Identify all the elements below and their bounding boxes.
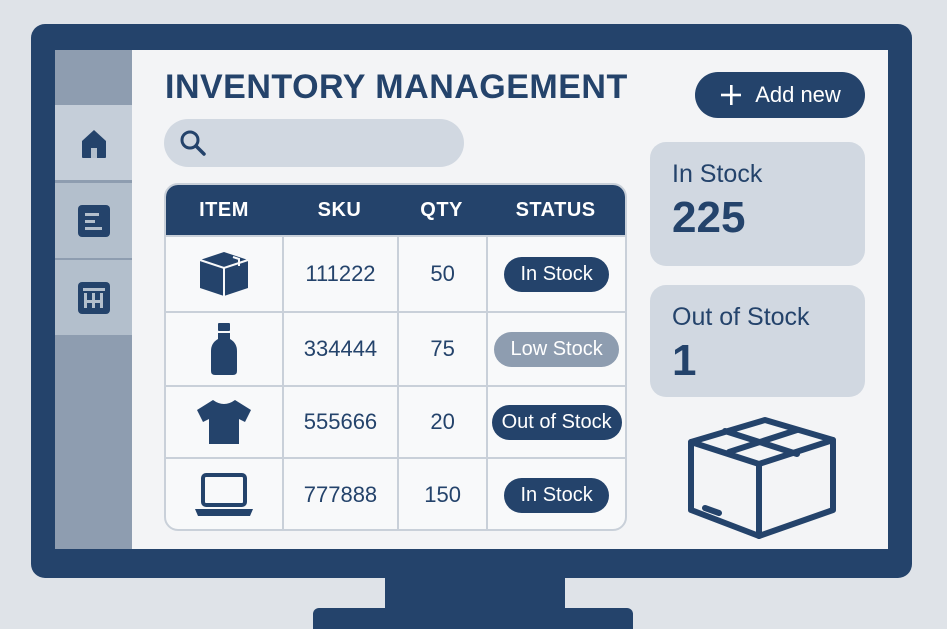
table-row[interactable]: 111222 50 In Stock	[166, 235, 625, 311]
out-of-stock-label: Out of Stock	[672, 303, 810, 331]
out-of-stock-value: 1	[672, 336, 697, 385]
app-screen: INVENTORY MANAGEMENT Add new ITEM SKU QT…	[55, 50, 888, 549]
out-of-stock-card: Out of Stock 1	[650, 285, 865, 397]
sidebar-item-list[interactable]	[55, 183, 132, 258]
search-icon	[180, 130, 206, 156]
warehouse-icon	[77, 281, 110, 314]
column-header-status[interactable]: STATUS	[486, 199, 625, 222]
sidebar-header	[55, 50, 132, 105]
tshirt-icon	[196, 400, 251, 444]
column-header-sku[interactable]: SKU	[282, 199, 397, 222]
item-cell	[166, 313, 282, 385]
status-cell: Low Stock	[486, 313, 625, 385]
laptop-icon	[194, 473, 253, 516]
sku-cell: 111222	[281, 237, 397, 311]
column-header-qty[interactable]: QTY	[397, 199, 486, 222]
qty-cell: 150	[396, 459, 486, 529]
bottle-icon	[210, 323, 237, 375]
in-stock-card: In Stock 225	[650, 142, 865, 266]
qty-cell: 20	[396, 387, 486, 457]
table-row[interactable]: 555666 20 Out of Stock	[166, 385, 625, 457]
sidebar	[55, 50, 132, 549]
table-header: ITEM SKU QTY STATUS	[166, 185, 625, 235]
item-cell	[166, 237, 282, 311]
sidebar-item-warehouse[interactable]	[55, 260, 132, 335]
sku-cell: 777888	[281, 459, 397, 529]
search-input[interactable]	[216, 132, 464, 154]
home-icon	[81, 129, 106, 158]
add-new-button[interactable]: Add new	[695, 72, 865, 118]
table-row[interactable]: 334444 75 Low Stock	[166, 311, 625, 385]
status-badge: Out of Stock	[491, 404, 622, 440]
status-cell: In Stock	[486, 459, 625, 529]
qty-cell: 50	[396, 237, 486, 311]
status-cell: Out of Stock	[486, 387, 625, 457]
in-stock-label: In Stock	[672, 160, 763, 188]
sku-cell: 334444	[281, 313, 397, 385]
package-illustration-icon	[688, 417, 836, 539]
box-icon	[199, 252, 249, 296]
sku-cell: 555666	[281, 387, 397, 457]
add-new-label: Add new	[755, 82, 841, 107]
column-header-item[interactable]: ITEM	[166, 199, 282, 222]
in-stock-value: 225	[672, 193, 746, 242]
monitor-stand	[313, 608, 633, 629]
list-icon	[77, 204, 110, 237]
plus-icon	[721, 85, 742, 105]
monitor-neck	[385, 576, 565, 610]
inventory-table: ITEM SKU QTY STATUS 111222 50 In Stock 3…	[164, 183, 627, 531]
item-cell	[166, 459, 282, 529]
page-title: INVENTORY MANAGEMENT	[165, 68, 628, 106]
item-cell	[166, 387, 282, 457]
qty-cell: 75	[396, 313, 486, 385]
table-row[interactable]: 777888 150 In Stock	[166, 457, 625, 529]
sidebar-item-home[interactable]	[55, 105, 132, 180]
status-badge: Low Stock	[494, 331, 619, 367]
search-bar[interactable]	[164, 119, 464, 167]
status-badge: In Stock	[504, 256, 609, 292]
status-badge: In Stock	[504, 477, 609, 513]
status-cell: In Stock	[486, 237, 625, 311]
